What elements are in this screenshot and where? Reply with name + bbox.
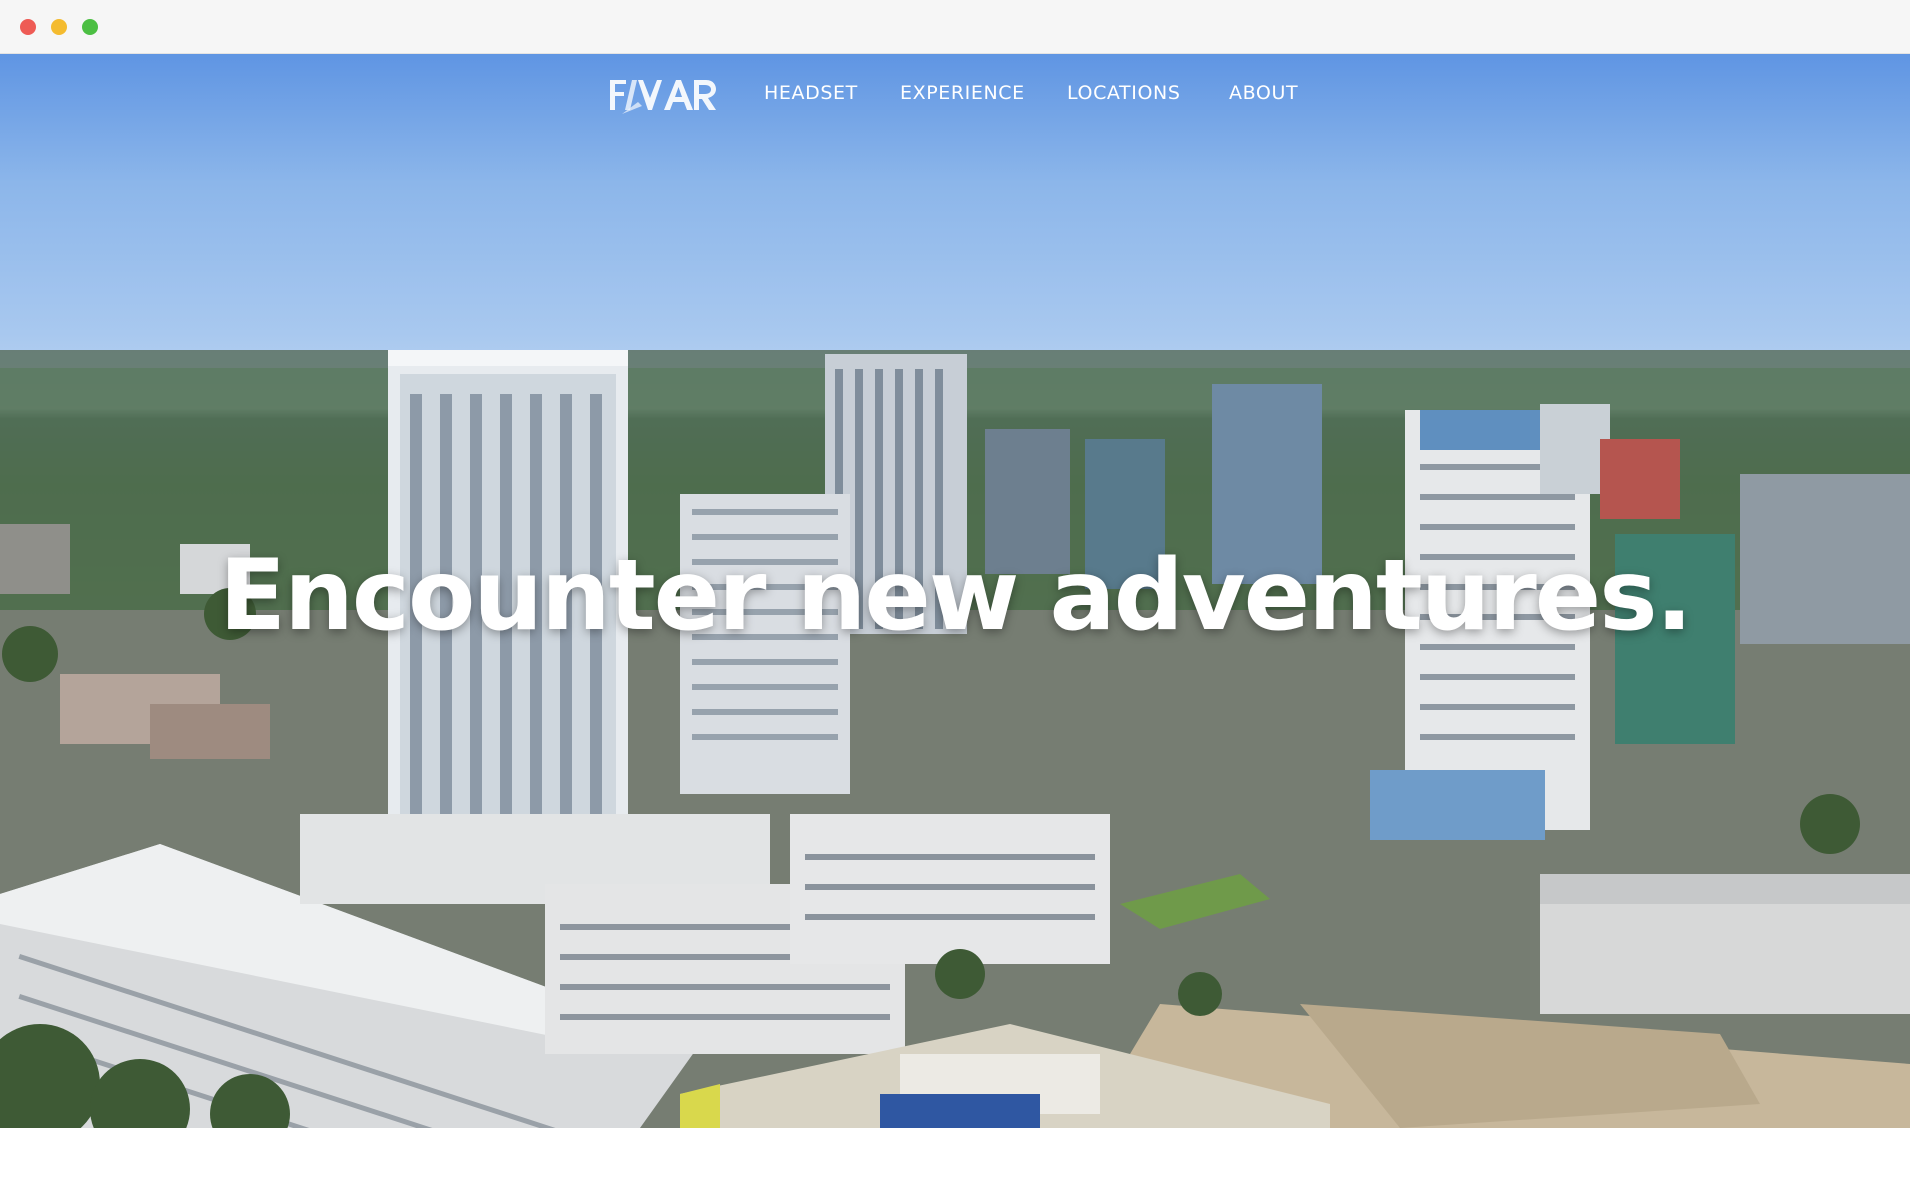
hero-section: HEADSET EXPERIENCE LOCATIONS ABOUT Encou… bbox=[0, 54, 1910, 1128]
maximize-window-button[interactable] bbox=[82, 19, 98, 35]
nav-link-experience[interactable]: EXPERIENCE bbox=[900, 82, 1025, 104]
top-navigation: HEADSET EXPERIENCE LOCATIONS ABOUT bbox=[0, 54, 1910, 134]
nav-link-locations[interactable]: LOCATIONS bbox=[1067, 82, 1181, 104]
browser-window: HEADSET EXPERIENCE LOCATIONS ABOUT Encou… bbox=[0, 0, 1910, 1192]
nav-link-about[interactable]: ABOUT bbox=[1229, 82, 1298, 104]
hero-headline: Encounter new adventures. bbox=[219, 539, 1693, 653]
minimize-window-button[interactable] bbox=[51, 19, 67, 35]
title-bar bbox=[0, 0, 1910, 54]
nav-link-headset[interactable]: HEADSET bbox=[764, 82, 858, 104]
close-window-button[interactable] bbox=[20, 19, 36, 35]
flyvar-logo-mark[interactable] bbox=[608, 76, 718, 116]
